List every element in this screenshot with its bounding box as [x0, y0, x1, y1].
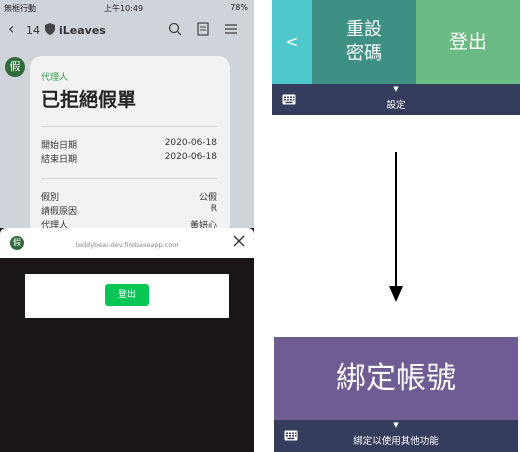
popup-content: 登出: [25, 274, 229, 318]
card-divider: [41, 126, 217, 127]
leave-type-label: 假別: [41, 193, 60, 203]
reason-row: 請假原因 R: [41, 204, 217, 217]
menu-toggle-label: 設定: [386, 100, 406, 111]
card-divider: [41, 178, 217, 179]
menu-icon[interactable]: [224, 22, 238, 36]
leave-type-value: 公假: [198, 193, 217, 203]
card-status: 已拒絕假單: [41, 89, 137, 111]
reason-value: R: [210, 204, 217, 214]
back-button[interactable]: <: [272, 0, 312, 84]
phone-screenshot: 無框行動 上午10:49 78% ‹ 14 iLeaves 假 代理人 已拒絕假…: [0, 0, 254, 452]
end-date-row: 結束日期 2020-06-18: [41, 152, 217, 165]
reason-label: 請假原因: [41, 207, 78, 217]
popup-url: teddybear-dev.firebaseapp.com: [75, 241, 179, 249]
rich-menu-settings: < 重設 密碼 登出 ▼ 設定: [272, 0, 520, 115]
search-icon[interactable]: [168, 22, 182, 36]
start-date-row: 開始日期 2020-06-18: [41, 138, 217, 151]
bot-avatar: 假: [5, 57, 25, 77]
rich-menu-bind: 綁定帳號 ▼ 綁定以使用其他功能: [274, 337, 518, 452]
reset-password-button[interactable]: 重設 密碼: [312, 0, 416, 84]
start-date-label: 開始日期: [41, 141, 78, 151]
start-date-value: 2020-06-18: [164, 138, 217, 148]
battery-text: 78%: [230, 3, 248, 12]
reset-label-line2: 密碼: [346, 43, 382, 64]
card-label: 代理人: [41, 73, 69, 83]
liff-popup: 假 teddybear-dev.firebaseapp.com 登出: [0, 228, 254, 452]
chat-title: iLeaves: [59, 24, 106, 37]
carrier-text: 無框行動: [4, 4, 36, 13]
clock-text: 上午10:49: [104, 4, 144, 13]
end-date-value: 2020-06-18: [164, 152, 217, 162]
caret-down-icon: ▼: [393, 421, 399, 429]
caret-down-icon: ▼: [393, 85, 399, 93]
notes-icon[interactable]: [196, 22, 210, 36]
down-arrow-icon: [389, 152, 403, 302]
chat-nav-bar: ‹ 14 iLeaves: [0, 16, 254, 44]
unread-count: 14: [26, 24, 40, 37]
leave-message-card: 代理人 已拒絕假單 開始日期 2020-06-18 結束日期 2020-06-1…: [30, 56, 230, 236]
end-date-label: 結束日期: [41, 155, 78, 165]
menu-toggle-bar[interactable]: ▼ 綁定以使用其他功能: [274, 420, 518, 452]
status-bar: 無框行動 上午10:49 78%: [0, 0, 254, 16]
popup-header: 假 teddybear-dev.firebaseapp.com: [0, 228, 254, 258]
logout-button[interactable]: 登出: [105, 284, 149, 306]
bind-account-button[interactable]: 綁定帳號: [274, 337, 518, 420]
back-chevron-icon[interactable]: ‹: [8, 19, 14, 38]
menu-toggle-label: 綁定以使用其他功能: [353, 436, 439, 447]
reset-label-line1: 重設: [346, 19, 382, 40]
shield-icon: [45, 23, 55, 35]
close-icon[interactable]: [232, 234, 246, 248]
leave-type-row: 假別 公假: [41, 190, 217, 203]
logout-tile-button[interactable]: 登出: [416, 0, 520, 84]
menu-toggle-bar[interactable]: ▼ 設定: [272, 84, 520, 115]
